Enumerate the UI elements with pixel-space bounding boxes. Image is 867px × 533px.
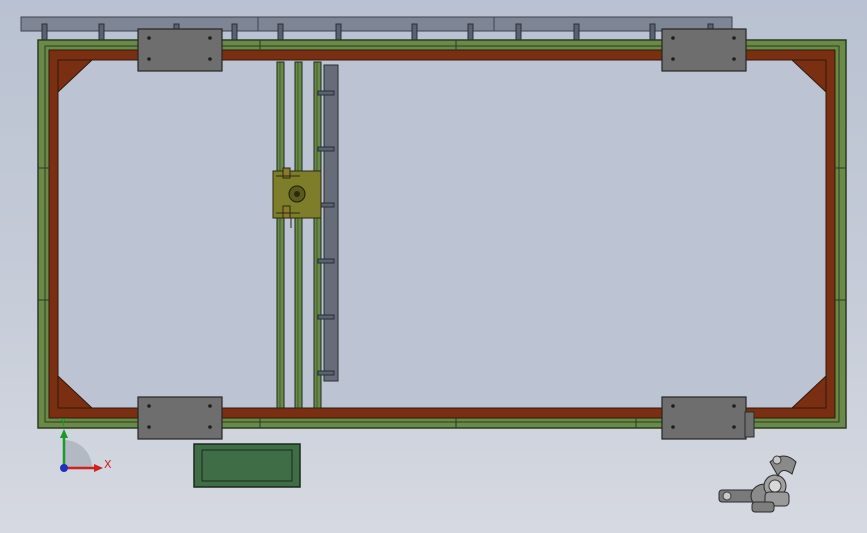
end-bracket[interactable] [744, 411, 755, 438]
beam-clamp [317, 370, 335, 376]
beam-clamp [317, 314, 335, 320]
cad-graphics-area[interactable]: Y X [0, 0, 867, 533]
outer-frame[interactable] [37, 39, 847, 429]
gantry-rails[interactable] [276, 61, 322, 409]
mounting-plate[interactable] [137, 396, 223, 440]
y-axis-label: Y [59, 416, 67, 429]
z-axis-dot [60, 464, 68, 472]
view-orientation-icon[interactable] [718, 455, 797, 513]
mounting-plate[interactable] [661, 28, 747, 72]
cad-model-view[interactable]: Y X [0, 0, 867, 533]
mounting-plate[interactable] [137, 28, 223, 72]
control-panel-box[interactable] [193, 443, 301, 488]
beam-clamp [317, 146, 335, 152]
mounting-plate[interactable] [661, 396, 747, 440]
beam-clamp [317, 90, 335, 96]
top-rail-bar[interactable] [20, 16, 733, 43]
x-axis-label: X [104, 458, 112, 471]
beam-clamp [317, 258, 335, 264]
